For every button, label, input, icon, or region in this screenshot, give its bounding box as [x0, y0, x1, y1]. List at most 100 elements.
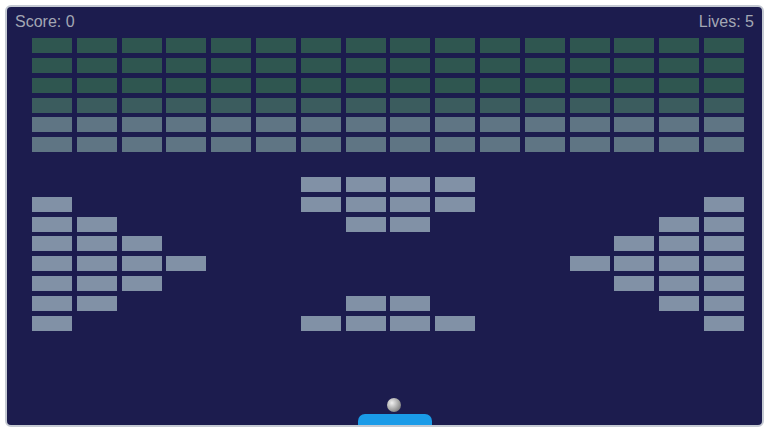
brick [435, 38, 475, 53]
brick [659, 217, 699, 232]
empty-slot [614, 197, 654, 212]
empty-slot [435, 296, 475, 311]
brick [390, 296, 430, 311]
empty-slot [435, 157, 475, 172]
brick [390, 78, 430, 93]
empty-slot [390, 236, 430, 251]
brick [659, 98, 699, 113]
brick [525, 98, 565, 113]
brick [166, 58, 206, 73]
brick [704, 236, 744, 251]
hud: Score: 0Lives: 5 [7, 7, 762, 31]
brick [166, 78, 206, 93]
game-board[interactable]: Score: 0Lives: 5 [5, 5, 764, 427]
empty-slot [525, 236, 565, 251]
brick [614, 58, 654, 73]
empty-slot [122, 316, 162, 331]
brick [435, 316, 475, 331]
brick [435, 78, 475, 93]
brick [77, 236, 117, 251]
empty-slot [525, 276, 565, 291]
brick [32, 98, 72, 113]
brick [704, 98, 744, 113]
brick [480, 98, 520, 113]
empty-slot [525, 316, 565, 331]
brick [346, 98, 386, 113]
brick [346, 78, 386, 93]
brick [704, 316, 744, 331]
empty-slot [480, 276, 520, 291]
brick [704, 217, 744, 232]
brick [256, 137, 296, 152]
empty-slot [32, 157, 72, 172]
empty-slot [301, 157, 341, 172]
empty-slot [256, 236, 296, 251]
brick [614, 276, 654, 291]
empty-slot [301, 236, 341, 251]
brick [256, 117, 296, 132]
empty-slot [256, 276, 296, 291]
brick [704, 137, 744, 152]
brick [435, 177, 475, 192]
brick [301, 316, 341, 331]
empty-slot [480, 236, 520, 251]
brick [570, 137, 610, 152]
brick [435, 197, 475, 212]
brick [480, 117, 520, 132]
brick [390, 316, 430, 331]
empty-slot [166, 157, 206, 172]
brick [211, 98, 251, 113]
empty-slot [659, 157, 699, 172]
brick [211, 137, 251, 152]
brick [346, 177, 386, 192]
empty-slot [480, 157, 520, 172]
brick [166, 117, 206, 132]
brick [659, 296, 699, 311]
brick [32, 217, 72, 232]
empty-slot [570, 316, 610, 331]
brick [704, 78, 744, 93]
brick [32, 38, 72, 53]
brick [480, 137, 520, 152]
empty-slot [256, 296, 296, 311]
brick [122, 256, 162, 271]
empty-slot [435, 236, 475, 251]
empty-slot [525, 296, 565, 311]
brick [256, 78, 296, 93]
brick [614, 236, 654, 251]
empty-slot [211, 177, 251, 192]
brick [301, 117, 341, 132]
empty-slot [525, 217, 565, 232]
brick [166, 256, 206, 271]
empty-slot [570, 296, 610, 311]
empty-slot [77, 177, 117, 192]
brick [32, 316, 72, 331]
brick [77, 58, 117, 73]
brick [659, 58, 699, 73]
brick [77, 137, 117, 152]
brick [77, 276, 117, 291]
brick [256, 58, 296, 73]
brick [390, 38, 430, 53]
empty-slot [256, 157, 296, 172]
brick [32, 78, 72, 93]
score-label: Score: 0 [15, 13, 75, 31]
empty-slot [346, 157, 386, 172]
empty-slot [480, 177, 520, 192]
brick [32, 256, 72, 271]
brick [480, 78, 520, 93]
brick [77, 98, 117, 113]
empty-slot [570, 177, 610, 192]
brick [614, 78, 654, 93]
brick [301, 197, 341, 212]
ball [387, 398, 401, 412]
brick [346, 117, 386, 132]
brick [435, 137, 475, 152]
empty-slot [704, 177, 744, 192]
empty-slot [77, 316, 117, 331]
empty-slot [614, 217, 654, 232]
empty-slot [614, 157, 654, 172]
empty-slot [570, 217, 610, 232]
brick [122, 276, 162, 291]
paddle[interactable] [358, 414, 432, 425]
